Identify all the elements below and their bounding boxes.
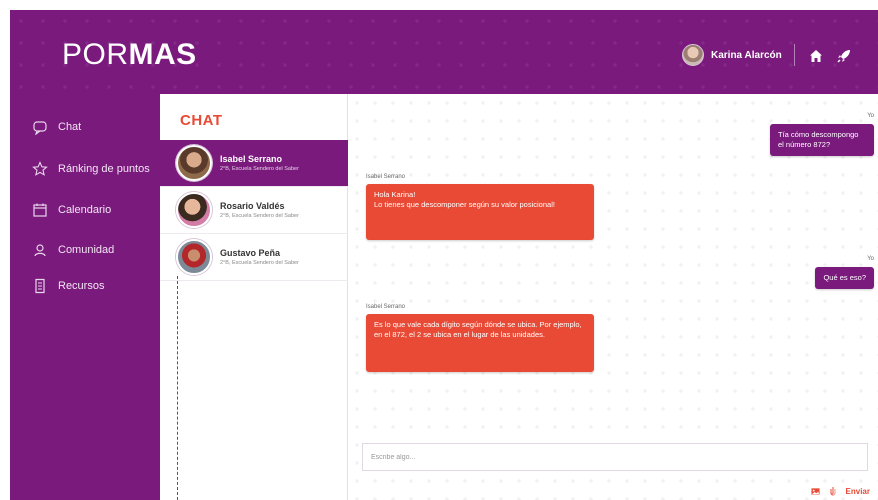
logo[interactable]: PORMAS: [62, 38, 197, 72]
user-avatar: [682, 44, 704, 66]
message-text: Qué es eso?: [823, 273, 866, 282]
contact-subtitle: 2°B, Escuela Sendero del Saber: [220, 213, 299, 219]
contact-subtitle: 2°B, Escuela Sendero del Saber: [220, 166, 299, 172]
message-sender: Isabel Serrano: [366, 304, 406, 310]
message-input[interactable]: [371, 450, 851, 464]
calendar-icon: [33, 203, 47, 217]
sidebar-item-label: Recursos: [58, 280, 105, 292]
home-icon[interactable]: [808, 48, 824, 64]
logo-part-1: POR: [62, 38, 129, 71]
message-sender: Yo: [867, 256, 874, 262]
resources-icon: [35, 278, 45, 294]
image-icon[interactable]: [810, 487, 820, 496]
contact-item-isabel[interactable]: Isabel Serrano 2°B, Escuela Sendero del …: [160, 140, 348, 187]
user-name: Karina Alarcón: [711, 49, 782, 61]
send-button[interactable]: Enviar: [846, 487, 870, 496]
contact-subtitle: 2°B, Escuela Sendero del Saber: [220, 260, 299, 266]
sidebar-item-comunidad[interactable]: Comunidad: [10, 237, 160, 263]
send-controls: Enviar: [810, 486, 870, 496]
sidebar: Chat Ránking de puntos Calendario Comuni…: [10, 94, 160, 500]
app-frame: PORMAS Karina Alarcón Chat Ránking de pu…: [10, 10, 878, 500]
message-text: Es lo que vale cada dígito según dónde s…: [374, 320, 582, 339]
contact-avatar: [176, 192, 212, 228]
message-input-box[interactable]: [362, 443, 868, 471]
contacts-panel: CHAT Isabel Serrano 2°B, Escuela Sendero…: [160, 94, 348, 500]
divider-line: [177, 276, 178, 500]
logo-part-2: MAS: [128, 38, 197, 71]
contact-item-rosario[interactable]: Rosario Valdés 2°B, Escuela Sendero del …: [160, 187, 348, 234]
contact-avatar: [176, 239, 212, 275]
contact-name: Isabel Serrano: [220, 154, 283, 164]
message-sender: Isabel Serrano: [366, 174, 406, 180]
chat-panel-title: CHAT: [180, 112, 223, 129]
contact-avatar: [176, 145, 212, 181]
sidebar-item-calendario[interactable]: Calendario: [10, 197, 160, 223]
sidebar-item-chat[interactable]: Chat: [10, 114, 160, 140]
sidebar-item-recursos[interactable]: Recursos: [10, 273, 160, 299]
header-divider: [794, 44, 795, 66]
attachment-icon[interactable]: [830, 486, 836, 496]
message-bubble-sent: Qué es eso?: [815, 267, 874, 289]
message-bubble-sent: Tía cómo descompongo el número 872?: [770, 124, 874, 156]
message-bubble-received: Es lo que vale cada dígito según dónde s…: [366, 314, 594, 372]
star-icon: [32, 161, 48, 176]
message-text: Hola Karina!: [374, 190, 416, 199]
message-sender: Yo: [867, 113, 874, 119]
rocket-icon[interactable]: [836, 48, 852, 64]
sidebar-item-label: Ránking de puntos: [58, 163, 150, 175]
contact-name: Rosario Valdés: [220, 201, 285, 211]
message-bubble-received: Hola Karina! Lo tienes que descomponer s…: [366, 184, 594, 240]
chat-bubble-icon: [33, 121, 47, 135]
top-header: PORMAS Karina Alarcón: [10, 10, 878, 94]
sidebar-item-label: Chat: [58, 121, 82, 133]
message-text: Lo tienes que descomponer según su valor…: [374, 200, 555, 209]
contact-item-gustavo[interactable]: Gustavo Peña 2°B, Escuela Sendero del Sa…: [160, 234, 348, 281]
sidebar-item-label: Calendario: [58, 204, 112, 216]
chat-area: Yo Tía cómo descompongo el número 872? I…: [348, 94, 878, 500]
sidebar-item-label: Comunidad: [58, 244, 115, 256]
user-menu[interactable]: Karina Alarcón: [682, 44, 782, 66]
community-icon: [34, 244, 46, 257]
message-text: Tía cómo descompongo el número 872?: [778, 130, 859, 149]
contact-name: Gustavo Peña: [220, 248, 281, 258]
sidebar-item-ranking[interactable]: Ránking de puntos: [10, 156, 160, 182]
